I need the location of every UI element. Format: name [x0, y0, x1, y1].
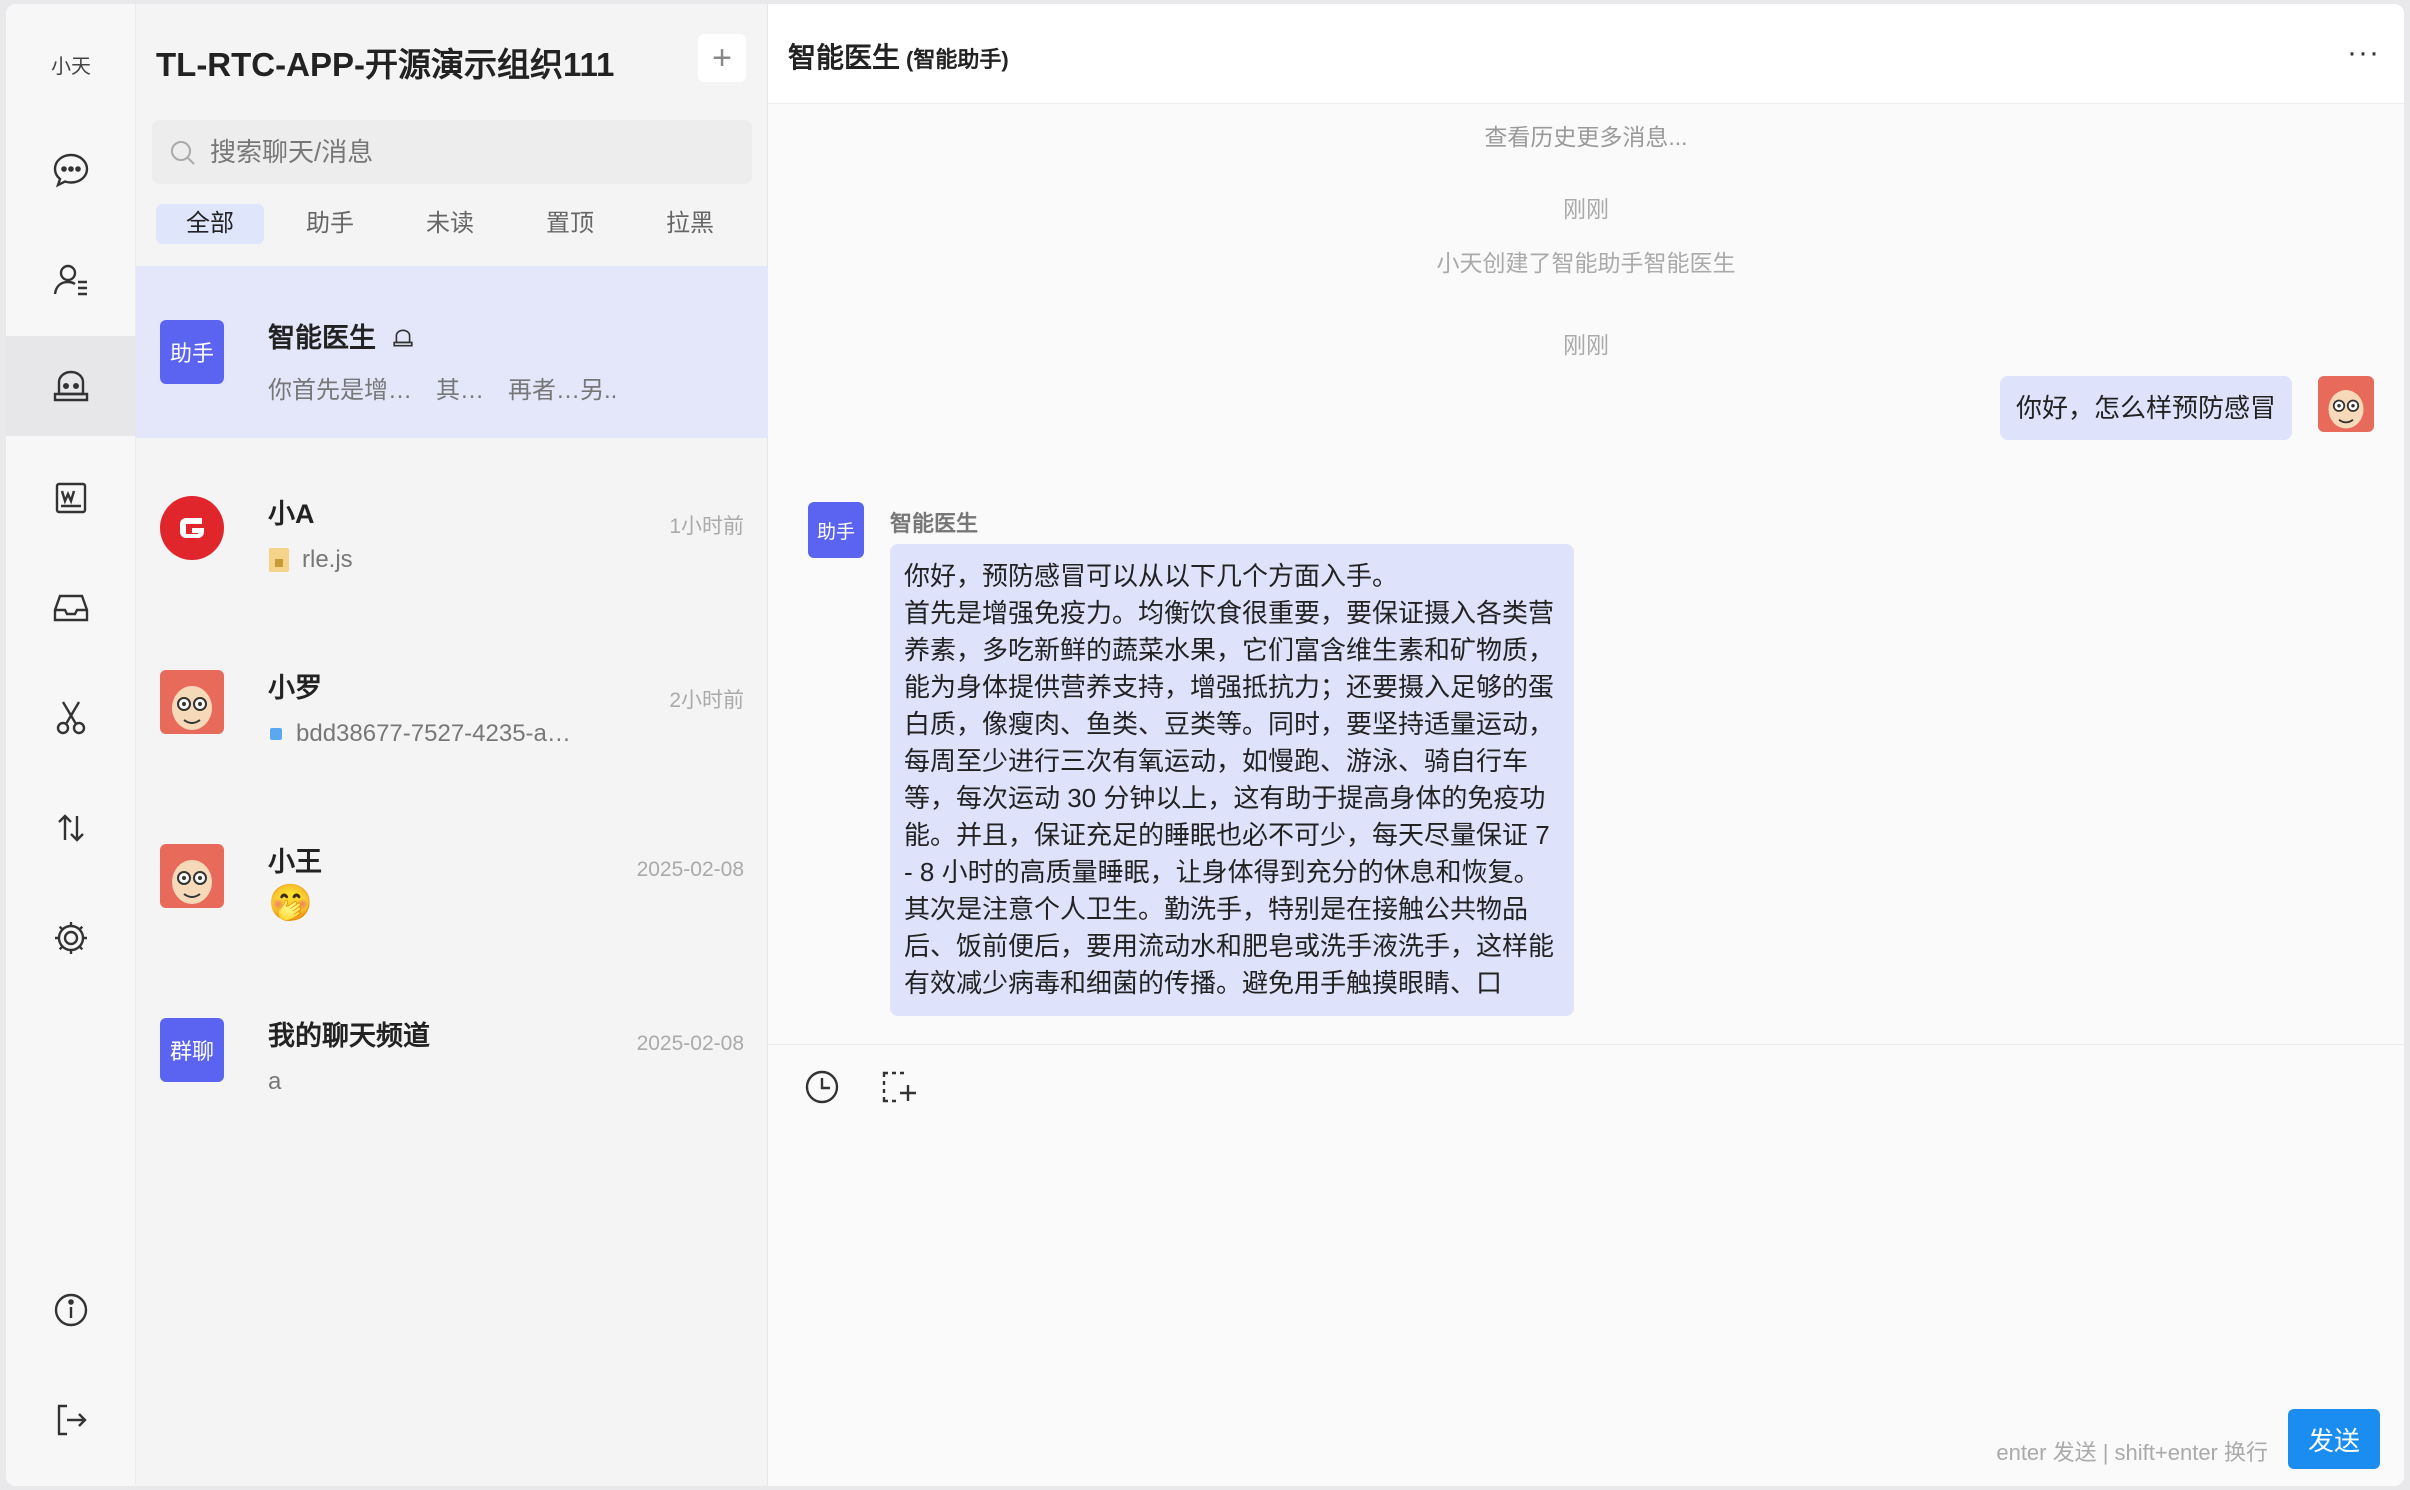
preview-text: rle.js	[302, 546, 353, 573]
conversation-item[interactable]: 群聊 我的聊天频道 a 2025-02-08	[136, 964, 768, 1136]
group-avatar: 群聊	[160, 1018, 224, 1082]
load-history-link[interactable]: 查看历史更多消息...	[768, 118, 2404, 152]
contacts-icon	[53, 264, 87, 296]
conversation-preview: 🤭	[268, 882, 313, 923]
send-hint: enter 发送 | shift+enter 换行	[1996, 1440, 2268, 1465]
search-box[interactable]	[152, 120, 752, 184]
tab-blocked[interactable]: 拉黑	[636, 204, 744, 244]
chat-title-text: 智能医生	[788, 42, 901, 73]
rail-documents[interactable]	[6, 448, 136, 548]
add-button[interactable]: +	[698, 34, 746, 82]
send-button[interactable]: 发送	[2288, 1409, 2380, 1469]
chat-subtitle: (智能助手)	[906, 47, 1009, 72]
conversation-time: 2025-02-08	[636, 858, 744, 881]
app-window: 小天 TL-RTC-APP-开源演示组织111 + 搜索聊天/消息 全部 助手 …	[6, 4, 2404, 1486]
inbox-icon	[53, 594, 89, 622]
tab-assistant[interactable]: 助手	[276, 204, 384, 244]
g-logo-avatar	[160, 496, 224, 560]
info-icon	[54, 1293, 88, 1327]
file-icon	[270, 728, 282, 740]
bot-message-line: 其次是注意个人卫生。勤洗手，特别是在接触公共物品后、饭前便后，要用流动水和肥皂或…	[904, 894, 1555, 998]
conversation-time: 2025-02-08	[636, 1032, 744, 1055]
more-options-button[interactable]: ···	[2347, 36, 2380, 70]
conversation-panel: TL-RTC-APP-开源演示组织111 + 全部 助手 未读 置顶 拉黑 助手…	[136, 4, 768, 1486]
chat-title: 智能医生 (智能助手)	[788, 36, 1009, 76]
rail-assistants[interactable]	[6, 336, 136, 436]
user-avatar	[160, 844, 224, 908]
rail-inbox[interactable]	[6, 558, 136, 658]
robot-icon	[392, 329, 413, 347]
transfer-icon	[58, 814, 84, 842]
rail-transfer[interactable]	[6, 778, 136, 878]
cartoon-face-icon	[160, 670, 224, 734]
message-composer[interactable]: enter 发送 | shift+enter 换行 发送	[768, 1044, 2404, 1486]
conversation-name: 小王	[268, 847, 322, 877]
conversation-preview: bdd38677-7527-4235-a…	[268, 720, 571, 748]
conversation-preview: 你首先是增… 其… 再者…另..	[268, 377, 618, 404]
rail-cut[interactable]	[6, 668, 136, 768]
tab-pinned[interactable]: 置顶	[516, 204, 624, 244]
rail-logout[interactable]	[6, 1370, 136, 1470]
rail-chats[interactable]	[6, 120, 136, 220]
conversation-name: 小罗	[268, 673, 322, 703]
bot-name: 智能医生	[890, 511, 979, 536]
message-list: 查看历史更多消息... 刚刚 小天创建了智能助手智能医生 刚刚 你好，怎么样预防…	[768, 104, 2404, 1044]
my-avatar[interactable]	[2318, 376, 2374, 432]
word-doc-icon	[55, 482, 87, 514]
preview-text: bdd38677-7527-4235-a…	[296, 720, 571, 747]
conversation-item[interactable]: 小罗 bdd38677-7527-4235-a… 2小时前	[136, 616, 768, 788]
conversation-time: 2小时前	[669, 689, 744, 712]
bot-message-bubble[interactable]: 你好，预防感冒可以从以下几个方面入手。 首先是增强免疫力。均衡饮食很重要，要保证…	[890, 544, 1574, 1016]
clock-icon[interactable]	[802, 1067, 842, 1107]
scissors-icon	[56, 701, 86, 735]
conversation-preview: rle.js	[268, 546, 353, 574]
timestamp: 刚刚	[1563, 332, 1609, 358]
robot-icon	[53, 370, 89, 402]
cartoon-face-icon	[2318, 376, 2374, 432]
logout-icon	[57, 1404, 87, 1436]
assistant-avatar: 助手	[160, 320, 224, 384]
tab-all[interactable]: 全部	[156, 204, 264, 244]
org-title: TL-RTC-APP-开源演示组织111	[156, 46, 615, 83]
conversation-time: 1小时前	[669, 515, 744, 538]
search-icon	[171, 141, 195, 165]
rail-settings[interactable]	[6, 888, 136, 988]
conversation-item[interactable]: 小王 🤭 2025-02-08	[136, 790, 768, 962]
conversation-name: 智能医生	[268, 316, 414, 355]
tab-unread[interactable]: 未读	[396, 204, 504, 244]
conversation-name-text: 智能医生	[268, 323, 376, 353]
conversation-preview: a	[268, 1068, 282, 1095]
search-input[interactable]	[210, 120, 730, 184]
chat-panel: 智能医生 (智能助手) ··· 查看历史更多消息... 刚刚 小天创建了智能助手智…	[768, 4, 2404, 1486]
conversation-item[interactable]: 小A rle.js 1小时前	[136, 442, 768, 614]
system-message: 小天创建了智能助手智能医生	[1436, 250, 1736, 276]
bot-message-line: 你好，预防感冒可以从以下几个方面入手。	[904, 561, 1399, 591]
screenshot-icon[interactable]	[878, 1067, 918, 1107]
user-name[interactable]: 小天	[6, 50, 136, 79]
chat-bubble-icon	[53, 153, 89, 188]
my-message-bubble[interactable]: 你好，怎么样预防感冒	[1999, 376, 2292, 440]
rail-contacts[interactable]	[6, 230, 136, 330]
user-avatar	[160, 670, 224, 734]
gear-icon	[55, 922, 87, 954]
timestamp: 刚刚	[1563, 196, 1609, 222]
conversation-name: 小A	[268, 499, 315, 529]
plus-icon: +	[712, 39, 732, 77]
conversation-name: 我的聊天频道	[268, 1021, 430, 1051]
g-logo-icon	[180, 518, 204, 538]
bot-avatar[interactable]: 助手	[808, 502, 864, 558]
chat-header: 智能医生 (智能助手) ···	[768, 4, 2404, 104]
cartoon-face-icon	[160, 844, 224, 908]
conversation-item[interactable]: 助手 智能医生 你首先是增… 其… 再者…另..	[136, 266, 768, 438]
rail-about[interactable]	[6, 1260, 136, 1360]
file-icon	[269, 548, 289, 572]
bot-message-line: 首先是增强免疫力。均衡饮食很重要，要保证摄入各类营养素，多吃新鲜的蔬菜水果，它们…	[904, 598, 1555, 887]
nav-rail: 小天	[6, 4, 136, 1486]
